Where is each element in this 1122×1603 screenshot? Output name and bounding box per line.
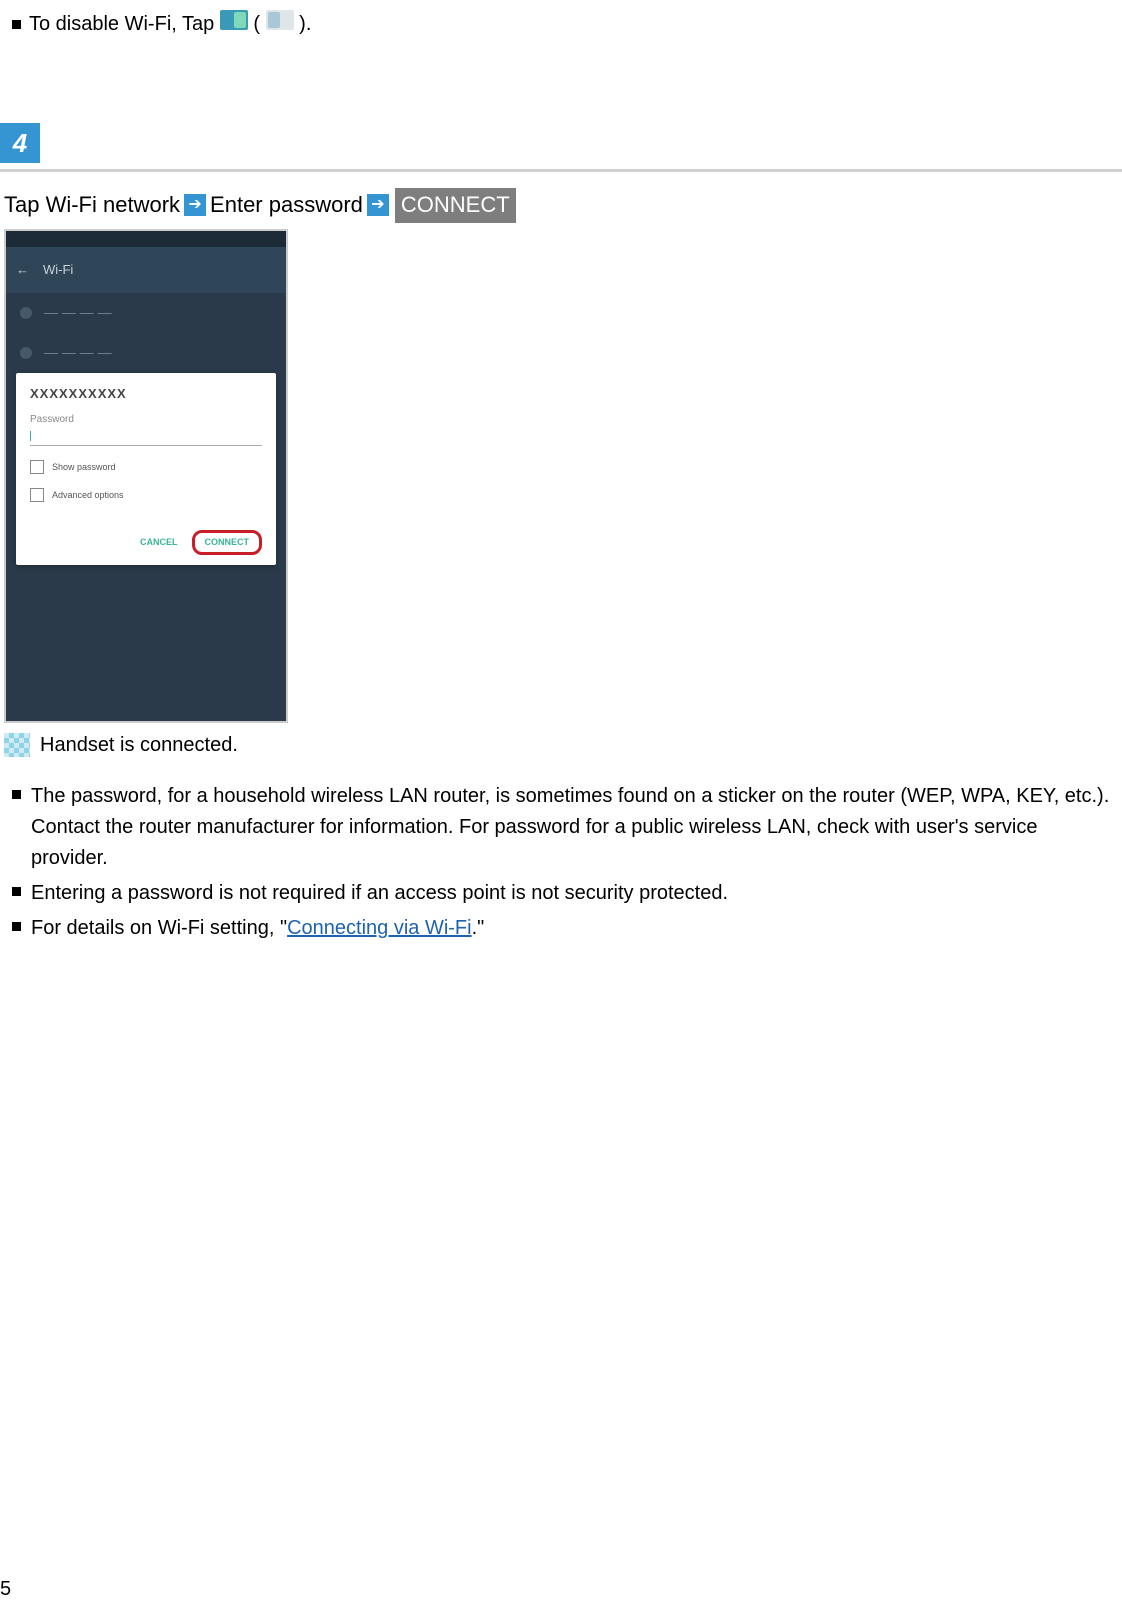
instruction-line: Tap Wi-Fi network ➔ Enter password ➔ CON… <box>4 188 1122 223</box>
bullet-icon <box>12 790 21 799</box>
header-title: Wi‑Fi <box>43 261 73 279</box>
arrow-right-icon: ➔ <box>367 194 389 216</box>
disable-wifi-note: To disable Wi-Fi, Tap ( ). <box>12 10 1122 38</box>
toggle-on-icon <box>220 10 248 30</box>
dialog-cancel-button[interactable]: CANCEL <box>140 536 178 549</box>
connecting-via-wifi-link[interactable]: Connecting via Wi-Fi <box>287 917 472 939</box>
info-bullet: The password, for a household wireless L… <box>12 781 1116 874</box>
info-text-1: The password, for a household wireless L… <box>31 781 1116 874</box>
wifi-password-dialog: XXXXXXXXXX Password Show password Advanc… <box>16 373 276 565</box>
info-text-3-suffix: ." <box>472 917 485 939</box>
step-number-badge: 4 <box>0 123 40 163</box>
info-bullet: For details on Wi-Fi setting, "Connectin… <box>12 913 1116 944</box>
result-indicator-icon <box>4 733 30 757</box>
wifi-row: — — — — <box>6 333 286 373</box>
advanced-options-label: Advanced options <box>52 489 124 502</box>
password-input[interactable] <box>30 431 262 446</box>
back-icon: ← <box>16 261 29 279</box>
toggle-off-icon <box>266 10 294 30</box>
result-text: Handset is connected. <box>40 731 238 759</box>
paren-close: ). <box>299 13 311 35</box>
info-bullet: Entering a password is not required if a… <box>12 878 1116 909</box>
connect-button-label: CONNECT <box>395 188 516 223</box>
checkbox-icon <box>30 488 44 502</box>
checkbox-icon <box>30 460 44 474</box>
info-text-3-prefix: For details on Wi-Fi setting, " <box>31 917 287 939</box>
bullet-icon <box>12 922 21 931</box>
divider <box>0 169 1122 172</box>
instruction-part2: Enter password <box>210 190 363 221</box>
page-number: 5 <box>0 1575 11 1603</box>
arrow-right-icon: ➔ <box>184 194 206 216</box>
wifi-row: — — — — <box>6 293 286 333</box>
phone-header: ← Wi‑Fi <box>6 247 286 293</box>
dialog-network-name: XXXXXXXXXX <box>30 385 262 403</box>
bullet-icon <box>12 887 21 896</box>
disable-text-prefix: To disable Wi-Fi, Tap <box>29 13 220 35</box>
bullet-icon <box>12 20 21 29</box>
show-password-checkbox[interactable]: Show password <box>30 460 262 474</box>
info-text-2: Entering a password is not required if a… <box>31 878 1116 909</box>
advanced-options-checkbox[interactable]: Advanced options <box>30 488 262 502</box>
phone-screenshot: ← Wi‑Fi — — — — — — — — XXXXXXXXXX Passw… <box>4 229 288 723</box>
show-password-label: Show password <box>52 461 116 474</box>
paren-open: ( <box>253 13 260 35</box>
dialog-connect-button[interactable]: CONNECT <box>192 530 263 555</box>
instruction-part1: Tap Wi-Fi network <box>4 190 180 221</box>
password-label: Password <box>30 413 262 427</box>
step-number: 4 <box>13 125 27 161</box>
phone-status-bar <box>6 231 286 247</box>
